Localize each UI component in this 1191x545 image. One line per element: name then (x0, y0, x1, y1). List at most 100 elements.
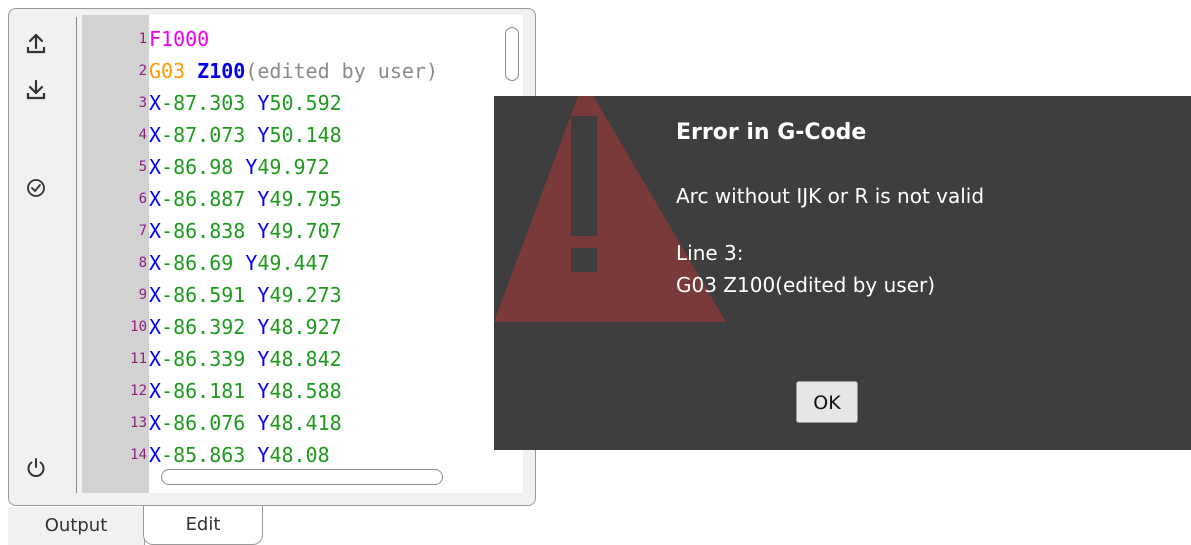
dialog-line-label: Line 3: (676, 241, 744, 265)
code-line[interactable]: X-86.181 Y48.588 (149, 375, 342, 407)
code-token: Y (233, 251, 258, 275)
line-number: 10 (130, 319, 147, 335)
code-token: Y (245, 283, 270, 307)
code-token: Y (245, 123, 270, 147)
line-number: 7 (138, 223, 147, 239)
code-token: X (149, 379, 162, 403)
dialog-title: Error in G-Code (676, 120, 867, 145)
code-token: Y (245, 411, 270, 435)
toolbar-divider (76, 17, 77, 493)
gcode-editor-panel: 1 2 3 4 5 6 7 8 9 10 11 12 13 14 F1000 G03 Z100(edited… (8, 8, 536, 506)
line-number: 14 (130, 447, 147, 463)
code-line[interactable]: X-86.076 Y48.418 (149, 407, 342, 439)
code-editor[interactable]: F1000 G03 Z100(edited by user) X-87.303 Y5… (149, 15, 523, 493)
line-number: 3 (138, 95, 147, 111)
code-token: 48.588 (269, 379, 342, 403)
code-token: 49.273 (269, 283, 342, 307)
code-token: G03 (149, 59, 186, 83)
code-line[interactable]: G03 Z100(edited by user) (149, 55, 438, 87)
tab-output[interactable]: Output (8, 507, 145, 545)
code-token: -86.392 (161, 315, 246, 339)
horizontal-scrollbar[interactable] (161, 469, 443, 485)
code-line[interactable]: X-86.591 Y49.273 (149, 279, 342, 311)
code-token: 49.707 (269, 219, 342, 243)
editor-toolbar (9, 9, 77, 505)
tab-edit[interactable]: Edit (143, 506, 263, 545)
code-token: X (149, 315, 162, 339)
line-number-gutter: 1 2 3 4 5 6 7 8 9 10 11 12 13 14 (82, 15, 149, 493)
line-number: 8 (138, 255, 147, 271)
code-token: -87.303 (161, 91, 246, 115)
code-token: X (149, 443, 162, 467)
vertical-scrollbar[interactable] (505, 27, 519, 81)
code-token: Y (245, 187, 270, 211)
code-line[interactable]: X-87.073 Y50.148 (149, 119, 342, 151)
code-token: X (149, 251, 162, 275)
code-token: X (149, 155, 162, 179)
line-number: 13 (130, 415, 147, 431)
code-token: -85.863 (161, 443, 246, 467)
code-token: 48.842 (269, 347, 342, 371)
code-token: (edited by user) (245, 59, 438, 83)
code-token: Z100 (197, 59, 246, 83)
code-line[interactable]: X-86.69 Y49.447 (149, 247, 330, 279)
code-token: -86.98 (161, 155, 234, 179)
code-token: 49.972 (257, 155, 330, 179)
code-token: X (149, 347, 162, 371)
code-token: -86.339 (161, 347, 246, 371)
line-number: 2 (138, 63, 147, 79)
code-token: Y (245, 379, 270, 403)
power-icon[interactable] (23, 455, 49, 481)
upload-icon[interactable] (23, 31, 49, 57)
code-token: 48.08 (269, 443, 330, 467)
code-token: X (149, 411, 162, 435)
code-line[interactable]: X-86.838 Y49.707 (149, 215, 342, 247)
ok-button[interactable]: OK (796, 381, 858, 423)
code-token: 49.447 (257, 251, 330, 275)
code-line[interactable]: X-87.303 Y50.592 (149, 87, 342, 119)
code-token: X (149, 283, 162, 307)
line-number: 12 (130, 383, 147, 399)
code-token: -86.69 (161, 251, 234, 275)
code-token: X (149, 91, 162, 115)
code-token: 50.148 (269, 123, 342, 147)
code-token: 48.418 (269, 411, 342, 435)
code-token: Y (245, 347, 270, 371)
code-line[interactable]: F1000 (149, 23, 209, 55)
line-number: 11 (130, 351, 147, 367)
code-token: -87.073 (161, 123, 246, 147)
code-token: Y (245, 219, 270, 243)
line-number: 6 (138, 191, 147, 207)
code-token: F1000 (149, 27, 210, 51)
code-token: Y (245, 91, 270, 115)
code-token: 48.927 (269, 315, 342, 339)
code-line[interactable]: X-86.887 Y49.795 (149, 183, 342, 215)
code-line[interactable]: X-86.339 Y48.842 (149, 343, 342, 375)
code-token: Y (233, 155, 258, 179)
code-token: -86.838 (161, 219, 246, 243)
code-token: X (149, 219, 162, 243)
code-token: X (149, 123, 162, 147)
download-icon[interactable] (23, 77, 49, 103)
dialog-message: Arc without IJK or R is not valid (676, 184, 985, 208)
code-token: 49.795 (269, 187, 342, 211)
code-token: Y (245, 315, 270, 339)
code-token: -86.181 (161, 379, 246, 403)
dialog-line-code: G03 Z100(edited by user) (676, 273, 936, 297)
code-token: -86.591 (161, 283, 246, 307)
error-dialog: Error in G-Code Arc without IJK or R is … (494, 96, 1191, 450)
code-token: X (149, 187, 162, 211)
line-number: 5 (138, 159, 147, 175)
line-number: 4 (138, 127, 147, 143)
check-circle-icon[interactable] (23, 175, 49, 201)
line-number: 9 (138, 287, 147, 303)
code-line[interactable]: X-86.98 Y49.972 (149, 151, 330, 183)
line-number: 1 (138, 31, 147, 47)
code-line[interactable]: X-85.863 Y48.08 (149, 439, 330, 471)
code-line[interactable]: X-86.392 Y48.927 (149, 311, 342, 343)
code-token: Y (245, 443, 270, 467)
code-token: 50.592 (269, 91, 342, 115)
code-token: -86.076 (161, 411, 246, 435)
code-token: -86.887 (161, 187, 246, 211)
